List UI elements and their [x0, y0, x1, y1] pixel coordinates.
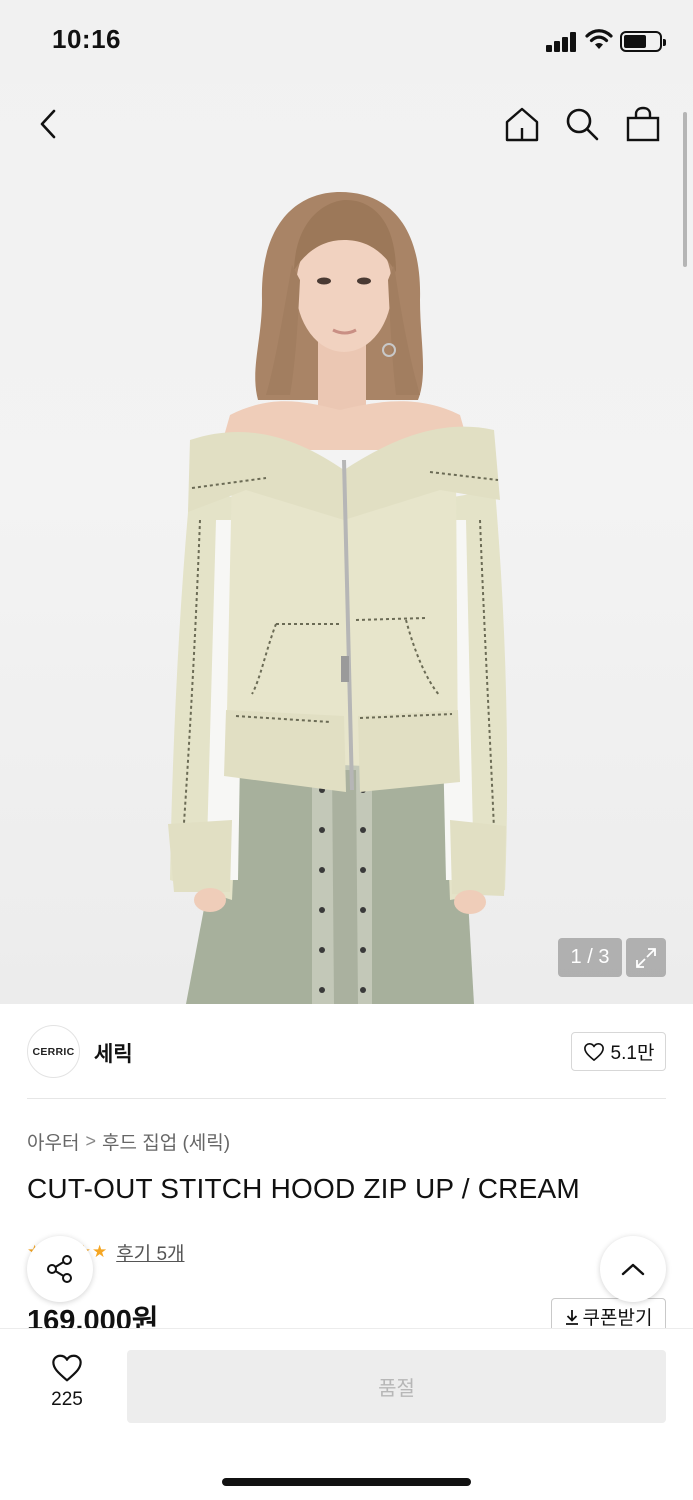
breadcrumb: 아우터 > 후드 집업 (세릭): [27, 1128, 230, 1155]
divider: [27, 1098, 666, 1099]
bottom-action-bar: 225 품절: [0, 1328, 693, 1500]
download-icon: [565, 1309, 578, 1325]
coupon-label: 쿠폰받기: [582, 1308, 653, 1329]
review-link[interactable]: 후기 5개: [116, 1239, 184, 1266]
cellular-signal-icon: [546, 32, 578, 52]
search-button[interactable]: [560, 102, 604, 146]
cart-button[interactable]: [621, 102, 665, 146]
image-counter: 1 / 3: [558, 938, 622, 977]
wishlist-count: 225: [51, 1389, 83, 1410]
breadcrumb-subcategory[interactable]: 후드 집업 (세릭): [102, 1128, 230, 1155]
battery-icon: [620, 31, 666, 52]
share-button[interactable]: [27, 1236, 93, 1302]
brand-like-button[interactable]: 5.1만: [571, 1032, 666, 1071]
product-title: CUT-OUT STITCH HOOD ZIP UP / CREAM: [27, 1173, 580, 1204]
chevron-up-icon: [621, 1263, 645, 1276]
heart-icon: [52, 1354, 82, 1382]
brand-name[interactable]: 세릭: [94, 1038, 133, 1068]
expand-icon: [636, 947, 656, 968]
brand-row: CERRIC 세릭 5.1만: [27, 1025, 667, 1079]
chevron-left-icon: [40, 109, 56, 139]
breadcrumb-category[interactable]: 아우터: [27, 1128, 79, 1155]
home-button[interactable]: [500, 102, 544, 146]
top-navigation: [0, 84, 693, 164]
scrollbar[interactable]: [683, 112, 687, 267]
home-indicator: [222, 1478, 471, 1486]
share-icon: [47, 1255, 72, 1283]
home-icon: [505, 107, 539, 142]
shopping-bag-icon: [626, 106, 660, 142]
back-button[interactable]: [26, 102, 70, 146]
wishlist-button[interactable]: 225: [36, 1353, 98, 1411]
status-bar: 10:16: [0, 0, 693, 84]
brand-like-count: 5.1만: [610, 1043, 655, 1064]
status-time: 10:16: [52, 24, 121, 54]
breadcrumb-separator: >: [85, 1131, 96, 1151]
brand-logo[interactable]: CERRIC: [27, 1025, 80, 1078]
sold-out-button[interactable]: 품절: [127, 1350, 666, 1423]
expand-image-button[interactable]: [626, 938, 666, 977]
search-icon: [566, 108, 599, 141]
product-price: 169,000원: [27, 1305, 159, 1329]
heart-icon: [583, 1042, 604, 1061]
wifi-icon: [585, 29, 613, 49]
scroll-to-top-button[interactable]: [600, 1236, 666, 1302]
